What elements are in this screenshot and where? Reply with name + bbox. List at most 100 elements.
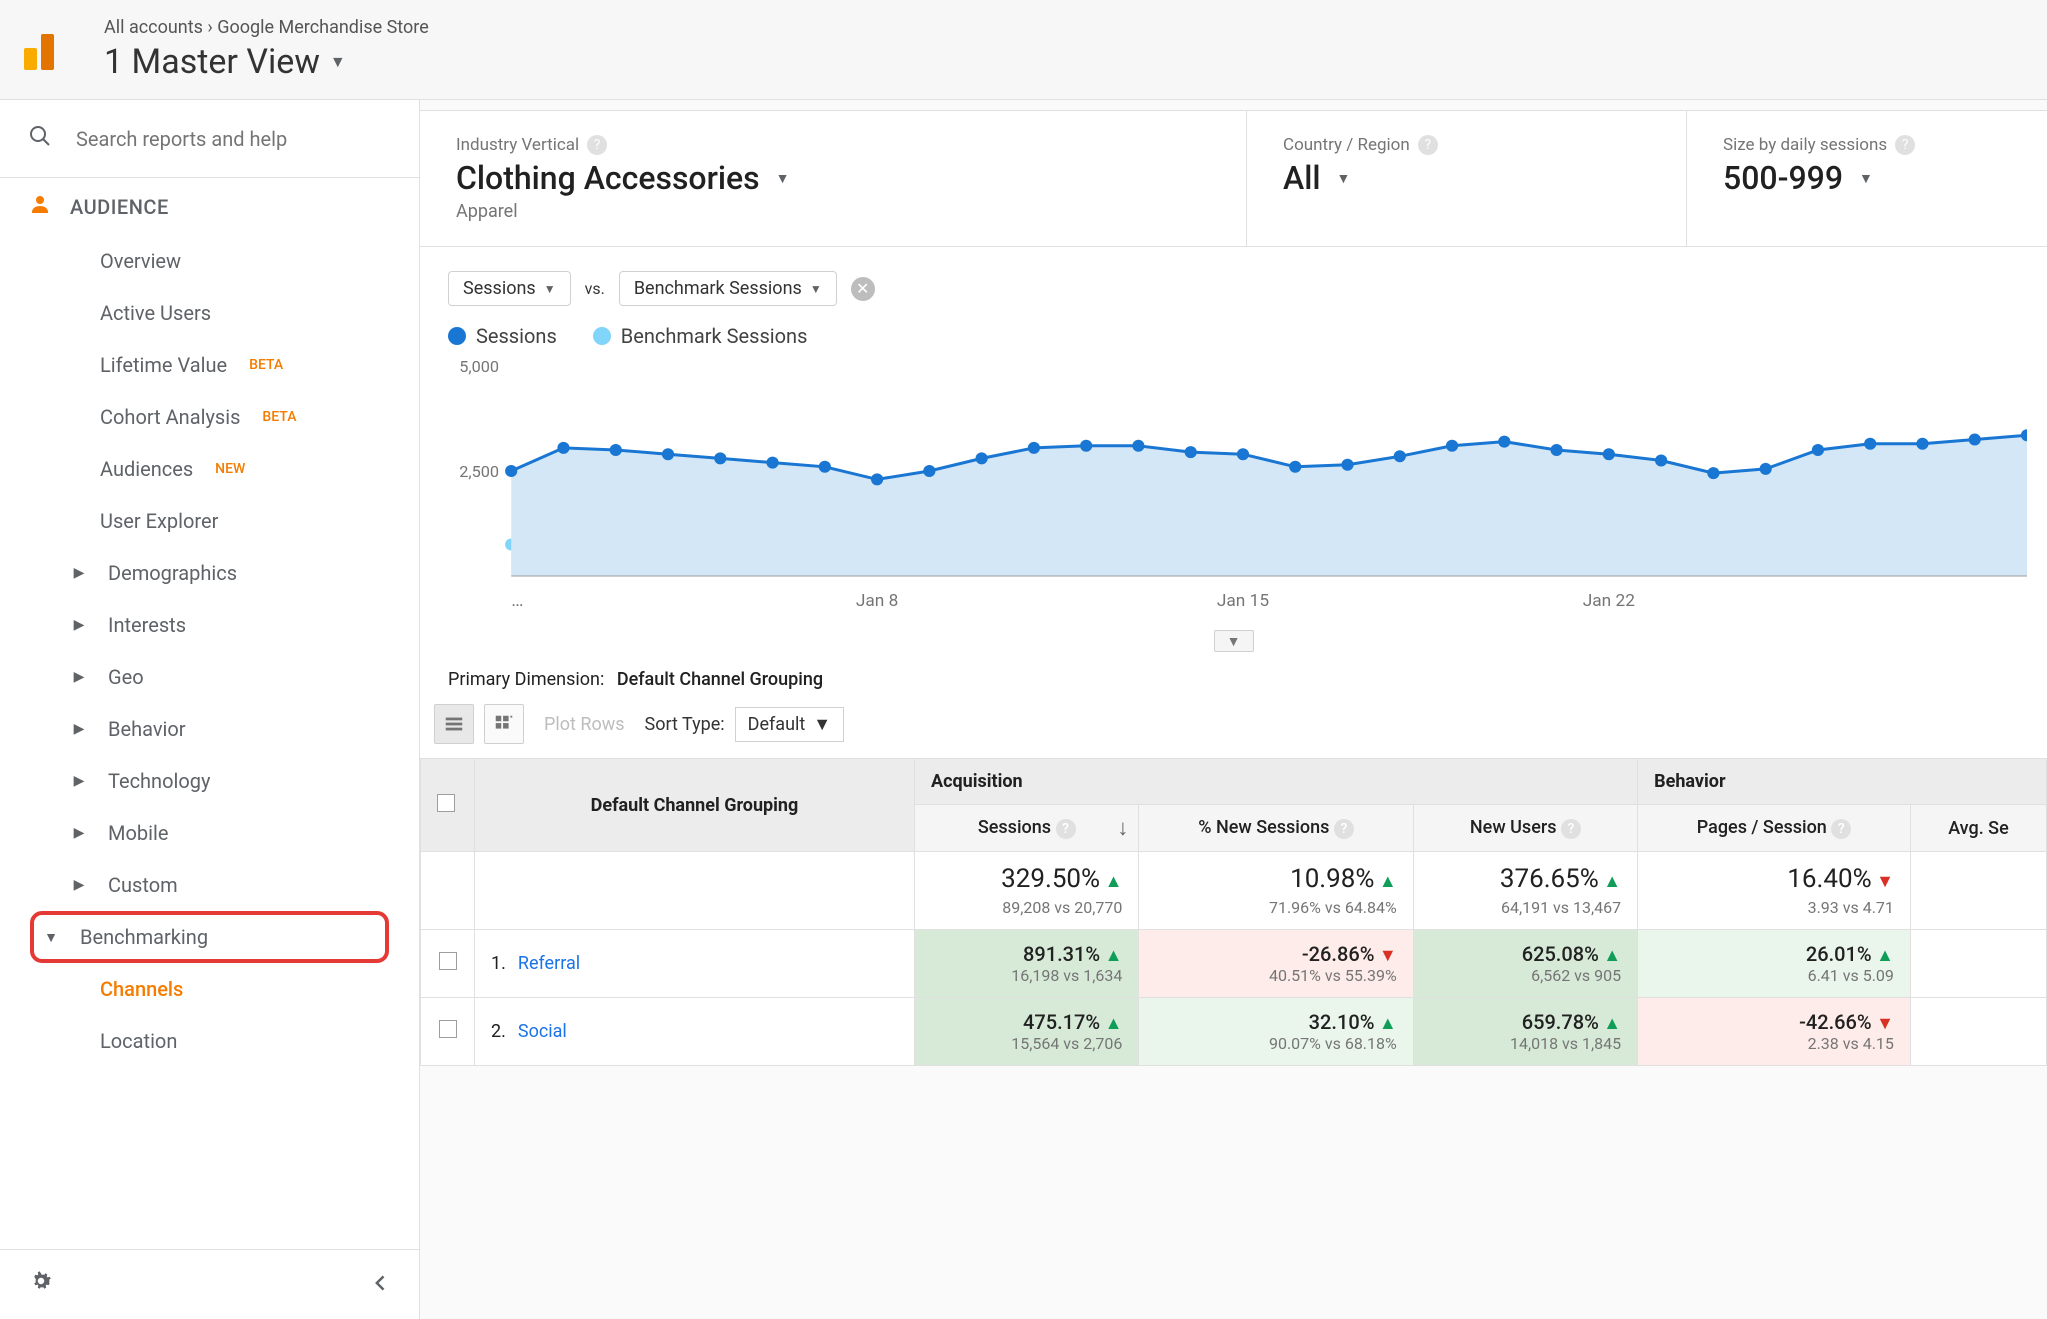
- svg-text:Jan 15: Jan 15: [1217, 591, 1269, 611]
- search-input[interactable]: [76, 127, 391, 151]
- sidebar-item-geo[interactable]: ▶Geo: [0, 651, 419, 703]
- chevron-right-icon: ▶: [68, 877, 90, 893]
- benchmark-chart: 5,0002,500…Jan 8Jan 15Jan 22 ▼: [420, 356, 2047, 641]
- chevron-right-icon: ▶: [68, 721, 90, 737]
- channel-link[interactable]: Social: [518, 1021, 567, 1042]
- svg-text:Jan 8: Jan 8: [856, 591, 898, 611]
- plot-rows-button[interactable]: Plot Rows: [534, 714, 635, 735]
- help-icon[interactable]: ?: [1334, 819, 1354, 839]
- sidebar-item-benchmarking[interactable]: ▼ Benchmarking: [30, 911, 389, 963]
- legend-benchmark: Benchmark Sessions: [593, 324, 808, 348]
- filter-size-daily-sessions[interactable]: Size by daily sessions? 500-999▼: [1687, 111, 2047, 246]
- chevron-right-icon: ▶: [68, 565, 90, 581]
- table-row: 1.Referral891.31% ▲16,198 vs 1,634-26.86…: [421, 930, 2047, 998]
- chevron-down-icon: ▼: [544, 282, 556, 296]
- sidebar-bottom: [0, 1249, 419, 1319]
- filter-country-region[interactable]: Country / Region? All▼: [1247, 111, 1687, 246]
- col-checkbox: [421, 759, 475, 852]
- table-summary-row: 329.50% ▲89,208 vs 20,77010.98% ▲71.96% …: [421, 852, 2047, 930]
- collapse-sidebar-icon[interactable]: [371, 1270, 391, 1300]
- help-icon[interactable]: ?: [1418, 135, 1438, 155]
- filter-row: Industry Vertical? Clothing Accessories▼…: [420, 111, 2047, 247]
- sidebar-item-lifetime-value[interactable]: Lifetime ValueBETA: [0, 339, 419, 391]
- sidebar-item-user-explorer[interactable]: User Explorer: [0, 495, 419, 547]
- sort-type-select[interactable]: Default▼: [735, 707, 844, 742]
- expand-chart-button[interactable]: ▼: [1214, 630, 1254, 652]
- gear-icon[interactable]: [28, 1268, 54, 1301]
- audience-icon: [28, 192, 52, 221]
- new-badge: NEW: [215, 461, 245, 477]
- filter-industry-vertical[interactable]: Industry Vertical? Clothing Accessories▼…: [420, 111, 1247, 246]
- col-avg-session[interactable]: Avg. Se: [1910, 805, 2046, 852]
- col-sessions[interactable]: Sessions ?↓: [915, 805, 1139, 852]
- view-name: 1 Master View: [104, 42, 320, 82]
- chevron-right-icon: ▶: [68, 669, 90, 685]
- sort-desc-icon: ↓: [1117, 815, 1128, 841]
- col-pages-session[interactable]: Pages / Session ?: [1638, 805, 1911, 852]
- table-row: 2.Social475.17% ▲15,564 vs 2,70632.10% ▲…: [421, 998, 2047, 1066]
- breadcrumb[interactable]: All accounts › Google Merchandise Store: [104, 17, 429, 38]
- view-selector[interactable]: 1 Master View ▼: [104, 42, 429, 82]
- breadcrumb-all-accounts[interactable]: All accounts: [104, 17, 203, 38]
- chevron-down-icon: ▼: [1859, 170, 1873, 187]
- sidebar-item-custom[interactable]: ▶Custom: [0, 859, 419, 911]
- chevron-right-icon: ▶: [68, 773, 90, 789]
- help-icon[interactable]: ?: [1831, 819, 1851, 839]
- sidebar-item-mobile[interactable]: ▶Mobile: [0, 807, 419, 859]
- col-channel-grouping[interactable]: Default Channel Grouping: [475, 759, 915, 852]
- sidebar-section-label: AUDIENCE: [70, 195, 169, 219]
- col-new-sessions[interactable]: % New Sessions ?: [1139, 805, 1413, 852]
- sidebar-item-active-users[interactable]: Active Users: [0, 287, 419, 339]
- sidebar-item-interests[interactable]: ▶Interests: [0, 599, 419, 651]
- chevron-down-icon: ▼: [813, 714, 831, 735]
- col-new-users[interactable]: New Users ?: [1413, 805, 1637, 852]
- group-behavior: Behavior: [1638, 759, 2047, 805]
- channel-link[interactable]: Referral: [518, 953, 580, 974]
- help-icon[interactable]: ?: [587, 135, 607, 155]
- chevron-down-icon: ▼: [1337, 170, 1351, 187]
- legend-sessions: Sessions: [448, 324, 557, 348]
- sidebar-item-demographics[interactable]: ▶Demographics: [0, 547, 419, 599]
- sidebar-item-audiences[interactable]: AudiencesNEW: [0, 443, 419, 495]
- svg-text:…: …: [511, 590, 523, 611]
- chevron-down-icon: ▼: [40, 929, 62, 946]
- app-header: All accounts › Google Merchandise Store …: [0, 0, 2047, 100]
- search-icon[interactable]: [28, 124, 52, 153]
- sidebar-item-technology[interactable]: ▶Technology: [0, 755, 419, 807]
- sidebar-item-overview[interactable]: Overview: [0, 235, 419, 287]
- sidebar-item-channels[interactable]: Channels: [0, 963, 419, 1015]
- beta-badge: BETA: [249, 357, 283, 373]
- sort-type-label: Sort Type:: [645, 714, 725, 735]
- svg-text:Jan 22: Jan 22: [1583, 591, 1635, 611]
- sidebar-item-location[interactable]: Location: [0, 1015, 419, 1067]
- help-icon[interactable]: ?: [1895, 135, 1915, 155]
- select-all-checkbox[interactable]: [437, 794, 455, 812]
- metric-b-selector[interactable]: Benchmark Sessions▼: [619, 271, 837, 306]
- chevron-down-icon: ▼: [330, 52, 346, 72]
- chevron-down-icon: ▼: [810, 282, 822, 296]
- sidebar-item-behavior[interactable]: ▶Behavior: [0, 703, 419, 755]
- table-controls: Plot Rows Sort Type: Default▼: [420, 704, 2047, 758]
- beta-badge: BETA: [262, 409, 296, 425]
- table-view-button[interactable]: [434, 704, 474, 744]
- benchmark-table: Default Channel Grouping Acquisition Beh…: [420, 758, 2047, 1066]
- pivot-view-button[interactable]: [484, 704, 524, 744]
- row-checkbox[interactable]: [439, 1020, 457, 1038]
- help-icon[interactable]: ?: [1056, 819, 1076, 839]
- chevron-down-icon: ▼: [776, 170, 790, 187]
- svg-text:2,500: 2,500: [459, 462, 499, 481]
- sidebar-section-audience[interactable]: AUDIENCE: [0, 178, 419, 235]
- remove-metric-button[interactable]: ✕: [851, 277, 875, 301]
- vs-label: vs.: [585, 279, 605, 298]
- group-acquisition: Acquisition: [915, 759, 1638, 805]
- svg-text:5,000: 5,000: [459, 357, 499, 376]
- row-checkbox[interactable]: [439, 952, 457, 970]
- breadcrumb-store[interactable]: Google Merchandise Store: [217, 17, 429, 38]
- chevron-right-icon: ▶: [68, 617, 90, 633]
- metric-a-selector[interactable]: Sessions▼: [448, 271, 571, 306]
- ga-logo-icon: [24, 30, 64, 70]
- sidebar-item-cohort[interactable]: Cohort AnalysisBETA: [0, 391, 419, 443]
- chevron-right-icon: ▶: [68, 825, 90, 841]
- breadcrumb-sep: ›: [207, 17, 212, 38]
- help-icon[interactable]: ?: [1561, 819, 1581, 839]
